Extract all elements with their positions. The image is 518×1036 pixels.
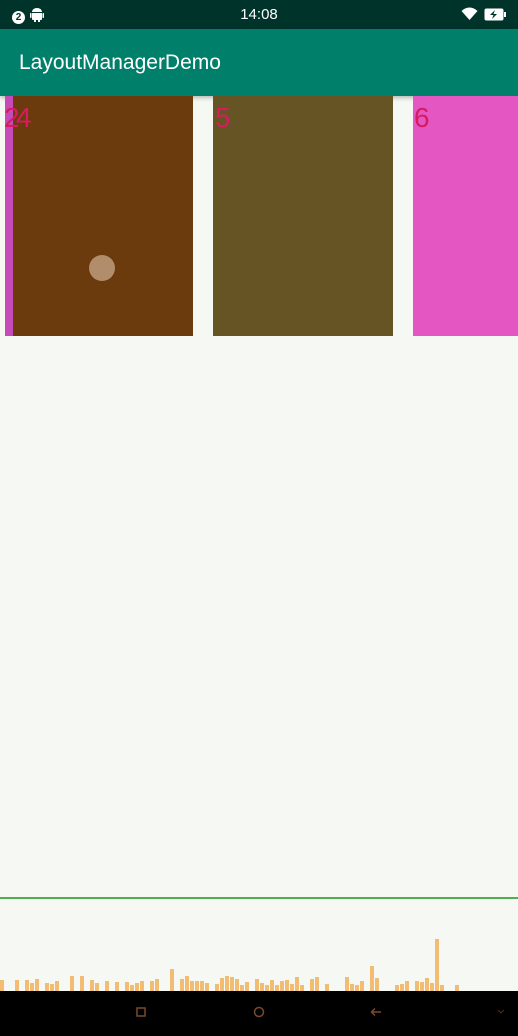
gpu-bar <box>195 981 199 991</box>
gpu-bar <box>125 982 129 991</box>
touch-indicator <box>89 255 115 281</box>
gpu-bar <box>105 981 109 991</box>
gpu-bar <box>70 976 74 991</box>
gpu-bar <box>235 979 239 991</box>
back-arrow-icon[interactable] <box>369 1005 383 1024</box>
app-bar: LayoutManagerDemo <box>0 29 518 96</box>
list-item-card-5[interactable]: 5 <box>213 96 393 336</box>
gpu-bar <box>170 969 174 991</box>
gpu-bar <box>225 976 229 991</box>
battery-charging-icon <box>484 8 506 26</box>
gpu-bar <box>200 981 204 991</box>
gpu-bar <box>80 976 84 991</box>
gpu-bar <box>375 978 379 991</box>
list-item-card-6[interactable]: 6 <box>413 96 518 336</box>
wifi-icon <box>461 7 478 26</box>
status-bar: 2 14:08 <box>0 0 518 29</box>
home-circle-icon[interactable] <box>252 1005 266 1024</box>
gpu-bar <box>55 981 59 991</box>
gpu-bar <box>50 984 54 991</box>
status-right-icons <box>461 7 506 26</box>
gpu-bar <box>220 978 224 991</box>
gpu-bar <box>290 984 294 991</box>
gpu-bar <box>45 983 49 991</box>
gpu-bar <box>350 984 354 991</box>
gpu-bar <box>315 977 319 991</box>
status-clock: 14:08 <box>240 6 278 23</box>
gpu-bar <box>420 982 424 991</box>
gpu-bar <box>140 981 144 991</box>
gpu-bar <box>15 980 19 991</box>
gpu-bar <box>190 981 194 991</box>
gpu-bar <box>115 982 119 991</box>
gpu-bar <box>435 939 439 991</box>
gpu-bar <box>185 976 189 991</box>
gpu-bar <box>150 981 154 991</box>
gpu-bar <box>0 980 4 991</box>
gpu-bar <box>135 983 139 991</box>
gpu-bar <box>155 979 159 991</box>
gpu-bar <box>370 966 374 991</box>
list-item-card-4[interactable]: 2 4 <box>4 96 193 336</box>
app-title: LayoutManagerDemo <box>19 51 221 74</box>
gpu-threshold-line <box>0 897 518 899</box>
gpu-bar <box>345 977 349 991</box>
card-number: 5 <box>215 102 231 133</box>
gpu-bar <box>245 982 249 991</box>
gpu-bar <box>180 979 184 991</box>
recents-square-icon[interactable] <box>135 1005 147 1024</box>
gpu-bar <box>405 981 409 991</box>
card-number: 6 <box>414 102 430 133</box>
gpu-bar <box>280 981 284 991</box>
gpu-bar <box>415 981 419 991</box>
gpu-bar <box>430 983 434 991</box>
gpu-bar <box>95 983 99 991</box>
gpu-bar <box>255 979 259 991</box>
gpu-bar <box>425 978 429 991</box>
gpu-bar <box>270 980 274 991</box>
gpu-bar <box>360 981 364 991</box>
gpu-bar <box>310 979 314 991</box>
gpu-bar <box>230 977 234 991</box>
gpu-bar <box>205 983 209 991</box>
gpu-bar <box>325 984 329 991</box>
gpu-bar <box>30 983 34 991</box>
gpu-bar <box>90 980 94 991</box>
navigation-bar <box>0 991 518 1036</box>
gpu-bar <box>285 980 289 991</box>
gpu-bar <box>260 983 264 991</box>
collapse-chevron-icon[interactable] <box>496 1005 506 1024</box>
gpu-bar <box>295 977 299 991</box>
gpu-profile-bars <box>0 939 459 991</box>
gpu-bar <box>400 984 404 991</box>
gpu-bar <box>215 984 219 991</box>
gpu-bar <box>25 980 29 991</box>
card-number: 4 <box>16 102 32 133</box>
gpu-bar <box>35 979 39 991</box>
